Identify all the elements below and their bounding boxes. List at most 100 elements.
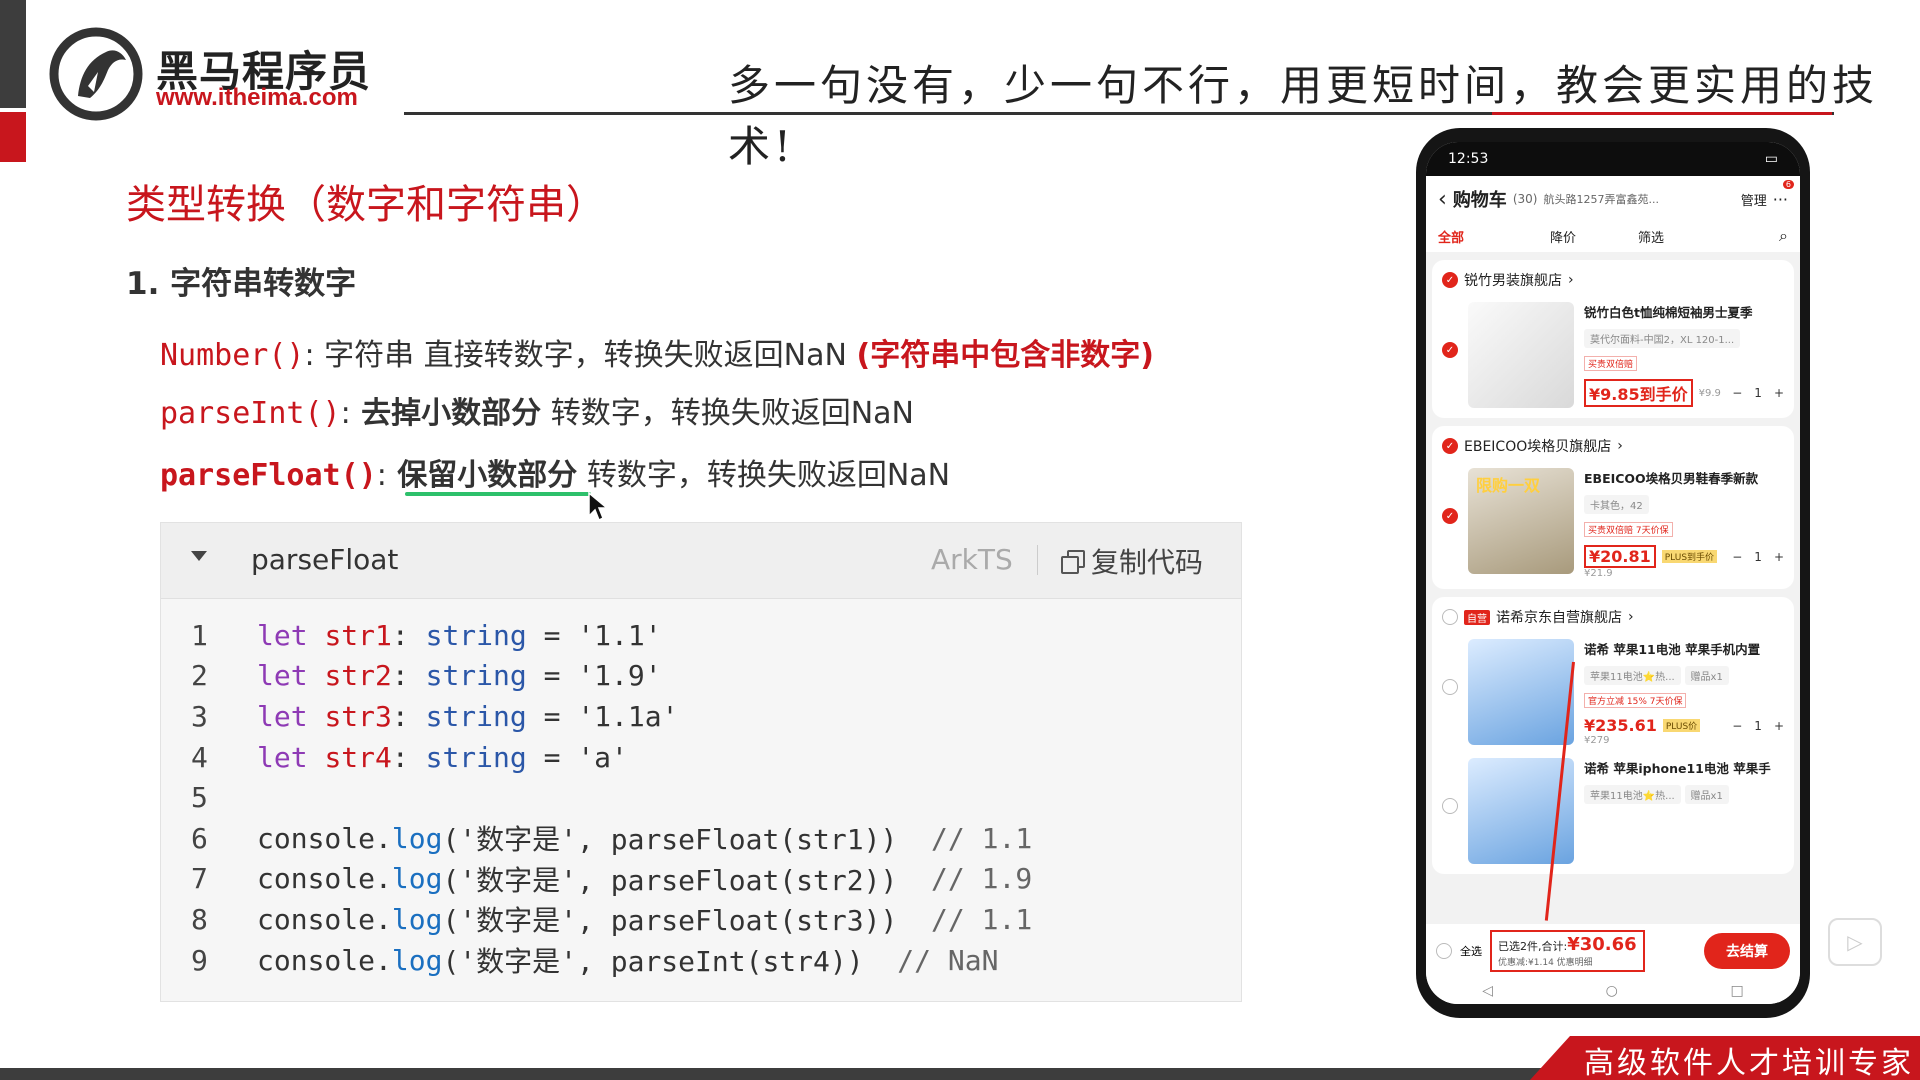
select-all-label[interactable]: 全选	[1460, 943, 1482, 959]
plus-tag: PLUS价	[1662, 719, 1701, 732]
plus-icon[interactable]: +	[1774, 386, 1784, 400]
store-head[interactable]: ✓ 锐竹男装旗舰店 ›	[1442, 270, 1784, 290]
original-price: ¥21.9	[1584, 568, 1613, 579]
code-panel: parseFloat ArkTS 复制代码 1 let str1: string …	[160, 522, 1242, 1002]
punct: :	[391, 618, 426, 652]
collapse-toggle-icon[interactable]	[191, 551, 207, 561]
line-number: 8	[191, 902, 208, 936]
back-nav-icon[interactable]: ◁	[1482, 983, 1493, 999]
minus-icon[interactable]: −	[1732, 550, 1742, 564]
checkout-bar: 全选 已选2件,合计:¥30.66 优惠减:¥1.14 优惠明细 去结算	[1426, 924, 1800, 978]
header-separator	[1037, 545, 1038, 575]
check-icon[interactable]: ✓	[1442, 508, 1458, 524]
unchecked-icon[interactable]	[1442, 609, 1458, 625]
tab-all[interactable]: 全部	[1438, 227, 1464, 246]
line-number: 5	[191, 781, 208, 815]
variable: str2	[324, 659, 392, 693]
tab-filter[interactable]: 筛选	[1638, 227, 1664, 246]
quantity: 1	[1754, 386, 1762, 400]
cart-item: 诺希 苹果11电池 苹果手机内置 苹果11电池⭐热... 赠品x1 官方立减 1…	[1442, 639, 1784, 746]
unchecked-icon[interactable]	[1442, 679, 1458, 695]
quantity-stepper[interactable]: −1 +	[1732, 719, 1784, 733]
total-summary[interactable]: 已选2件,合计:¥30.66 优惠减:¥1.14 优惠明细	[1490, 930, 1645, 972]
punct: :	[391, 659, 426, 693]
copy-icon	[1061, 550, 1085, 574]
item-name[interactable]: 诺希 苹果iphone11电池 苹果手	[1584, 758, 1784, 777]
header-divider-accent	[1492, 112, 1832, 115]
api-text: 转数字，转换失败返回NaN	[541, 396, 914, 431]
check-icon[interactable]: ✓	[1442, 272, 1458, 288]
item-spec[interactable]: 莫代尔面料-中国2，XL 120-1...	[1584, 329, 1741, 348]
variable: str4	[324, 740, 392, 774]
type: string	[425, 659, 527, 693]
keyword: let	[257, 699, 325, 733]
select-all-checkbox[interactable]	[1436, 943, 1452, 959]
search-icon[interactable]: ⌕	[1779, 226, 1788, 246]
back-icon[interactable]: ‹	[1438, 187, 1447, 212]
item-spec[interactable]: 苹果11电池⭐热...	[1584, 785, 1681, 804]
minus-icon[interactable]: −	[1732, 386, 1742, 400]
comment: // 1.1	[897, 821, 1033, 855]
product-image[interactable]	[1468, 302, 1574, 408]
item-name[interactable]: EBEICOO埃格贝男鞋春季新款	[1584, 468, 1784, 487]
summary-label: 已选2件,合计:	[1498, 940, 1568, 953]
product-image[interactable]	[1468, 639, 1574, 745]
price-row: ¥235.61 PLUS价 −1 +	[1584, 716, 1784, 735]
home-nav-icon[interactable]: ○	[1606, 983, 1618, 999]
check-icon[interactable]: ✓	[1442, 342, 1458, 358]
phone-screen: 12:53 ▭ ‹ 购物车 (30) 航头路1257弄富鑫苑... 管理 ···…	[1426, 142, 1800, 1004]
code-body: 1 let str1: string = '1.1' 2 let str2: str…	[161, 615, 1241, 980]
sub-title: 1. 字符串转数字	[126, 266, 357, 302]
item-spec[interactable]: 苹果11电池⭐热...	[1584, 666, 1681, 685]
object: console.	[257, 862, 392, 896]
function-call: log	[391, 821, 443, 855]
copy-code-button[interactable]: 复制代码	[1061, 541, 1203, 581]
product-image[interactable]: 限购一双	[1468, 468, 1574, 574]
keyword: let	[257, 659, 325, 693]
horse-logo-icon	[49, 27, 143, 121]
phone-mockup: 12:53 ▭ ‹ 购物车 (30) 航头路1257弄富鑫苑... 管理 ···…	[1416, 128, 1810, 1018]
chevron-right-icon: ›	[1617, 438, 1623, 454]
price-row: ¥9.85到手价 ¥9.9 −1 +	[1584, 379, 1784, 407]
cart-item: ✓ 限购一双 EBEICOO埃格贝男鞋春季新款 卡其色，42 买贵双倍赔 7天价…	[1442, 468, 1784, 579]
store-head[interactable]: ✓ EBEICOO埃格贝旗舰店 ›	[1442, 436, 1784, 456]
delivery-address[interactable]: 航头路1257弄富鑫苑...	[1543, 191, 1734, 207]
quantity-stepper[interactable]: −1 +	[1732, 386, 1784, 400]
store-name: 诺希京东自营旗舰店	[1496, 610, 1622, 626]
minus-icon[interactable]: −	[1732, 719, 1742, 733]
api-emphasis: 去掉小数部分	[350, 396, 542, 431]
plus-icon[interactable]: +	[1774, 719, 1784, 733]
api-line-number: Number(): 字符串 直接转数字，转换失败返回NaN (字符串中包含非数字…	[160, 330, 1154, 374]
status-time: 12:53	[1448, 151, 1489, 167]
item-info: EBEICOO埃格贝男鞋春季新款 卡其色，42 买贵双倍赔 7天价保 ¥20.8…	[1584, 468, 1784, 579]
item-name[interactable]: 诺希 苹果11电池 苹果手机内置	[1584, 639, 1784, 658]
store-card: 自营 诺希京东自营旗舰店 › 诺希 苹果11电池 苹果手机内置 苹果11电池⭐热.…	[1432, 597, 1794, 874]
code-language: ArkTS	[931, 543, 1013, 576]
item-price: ¥20.81	[1584, 545, 1656, 568]
gift-label[interactable]: 赠品x1	[1684, 785, 1729, 804]
chevron-right-icon: ›	[1568, 272, 1574, 288]
recents-nav-icon[interactable]: □	[1730, 983, 1743, 999]
more-icon[interactable]: ··· 6	[1773, 179, 1794, 209]
plus-icon[interactable]: +	[1774, 550, 1784, 564]
play-icon[interactable]: ▷	[1828, 918, 1882, 966]
code-line: 6 console. log ('数字是', parseFloat(str1)) //…	[161, 818, 1241, 859]
api-fn: parseInt()	[160, 396, 341, 431]
manage-button[interactable]: 管理	[1741, 190, 1767, 209]
keyword: let	[257, 618, 325, 652]
item-name[interactable]: 锐竹白色t恤纯棉短袖男士夏季	[1584, 302, 1784, 321]
item-spec[interactable]: 卡其色，42	[1584, 495, 1649, 514]
item-info: 锐竹白色t恤纯棉短袖男士夏季 莫代尔面料-中国2，XL 120-1... 买贵双…	[1584, 302, 1784, 407]
quantity-stepper[interactable]: −1 +	[1732, 550, 1784, 564]
original-price: ¥9.9	[1698, 387, 1721, 399]
cart-item: ✓ 锐竹白色t恤纯棉短袖男士夏季 莫代尔面料-中国2，XL 120-1... 买…	[1442, 302, 1784, 408]
store-head[interactable]: 自营 诺希京东自营旗舰店 ›	[1442, 607, 1784, 627]
gift-label[interactable]: 赠品x1	[1684, 666, 1729, 685]
type: string	[425, 618, 527, 652]
mouse-cursor-icon	[588, 492, 608, 522]
arguments: ('数字是', parseFloat(str1))	[442, 823, 898, 857]
check-icon[interactable]: ✓	[1442, 438, 1458, 454]
unchecked-icon[interactable]	[1442, 798, 1458, 814]
tab-price-drop[interactable]: 降价	[1550, 227, 1576, 246]
checkout-button[interactable]: 去结算	[1704, 933, 1790, 969]
